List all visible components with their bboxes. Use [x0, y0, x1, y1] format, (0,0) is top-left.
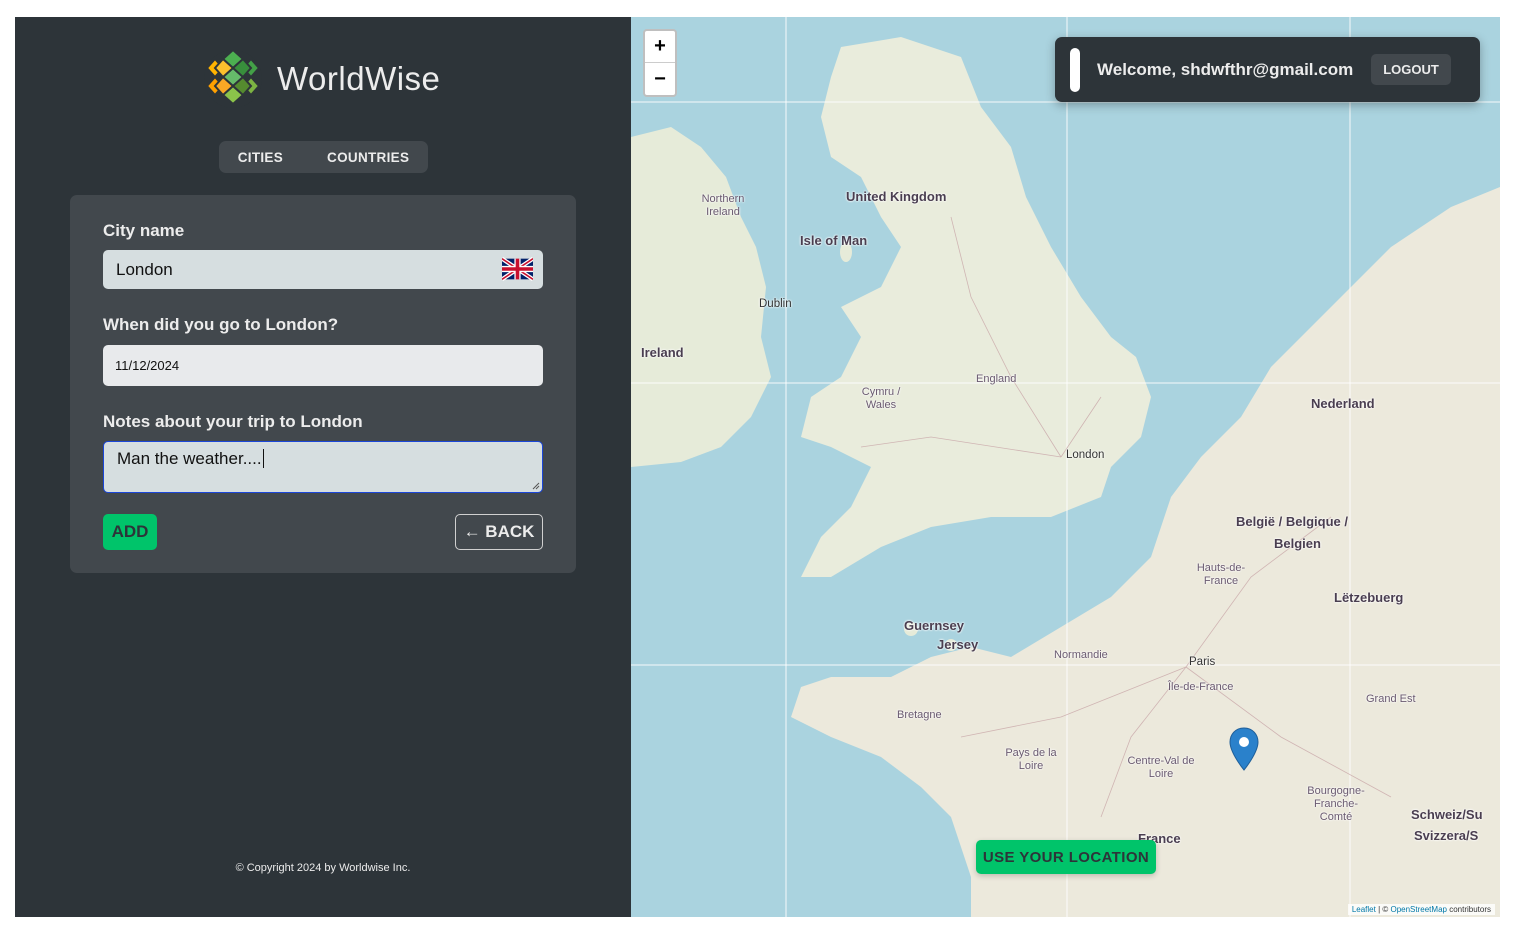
label-hauts-de-france: Hauts-de-France — [1196, 562, 1246, 587]
label-guernsey: Guernsey — [904, 618, 964, 633]
label-ile-de-france: Île-de-France — [1168, 681, 1234, 693]
date-label: When did you go to London? — [103, 315, 339, 334]
label-belgie: België / Belgique / — [1236, 514, 1348, 529]
avatar — [1070, 47, 1080, 92]
label-dublin: Dublin — [759, 298, 792, 310]
city-name-input[interactable]: London — [103, 250, 543, 289]
label-bretagne: Bretagne — [897, 709, 942, 721]
worldwise-logo-icon — [204, 49, 262, 108]
date-value: 11/12/2024 — [115, 358, 180, 373]
label-bourgogne: Bourgogne-Franche-Comté — [1307, 785, 1365, 823]
zoom-in-button[interactable]: + — [645, 31, 675, 63]
label-grand-est: Grand Est — [1366, 693, 1416, 705]
city-form: City name London When did you go to Lond… — [70, 195, 576, 573]
attribution-tail: contributors — [1446, 905, 1491, 914]
app-nav: CITIES COUNTRIES — [219, 141, 428, 173]
label-jersey: Jersey — [937, 637, 979, 652]
map-attribution: Leaflet | © OpenStreetMap contributors — [1347, 904, 1495, 915]
leaflet-link[interactable]: Leaflet — [1352, 905, 1376, 914]
label-normandie: Normandie — [1054, 649, 1108, 661]
welcome-text: Welcome, shdwfthr@gmail.com — [1097, 59, 1354, 79]
sidebar: WorldWise CITIES COUNTRIES City name Lon… — [15, 17, 631, 917]
resize-handle-icon[interactable] — [532, 482, 540, 490]
city-name-label: City name — [103, 221, 185, 240]
label-pays-de-la-loire: Pays de la Loire — [1005, 747, 1057, 772]
attribution-separator: | © — [1375, 905, 1391, 914]
zoom-control: + − — [643, 29, 677, 97]
notes-value: Man the weather.... — [117, 449, 262, 468]
notes-textarea[interactable]: Man the weather.... — [103, 441, 543, 493]
label-northern-ireland: Northern Ireland — [701, 193, 745, 218]
label-schweiz: Schweiz/Su — [1411, 807, 1483, 822]
label-cymru: Cymru / Wales — [861, 386, 901, 411]
copyright: © Copyright 2024 by Worldwise Inc. — [235, 862, 411, 874]
tab-cities[interactable]: CITIES — [238, 150, 283, 165]
label-isle-of-man: Isle of Man — [800, 233, 868, 248]
uk-flag-icon — [502, 257, 533, 281]
label-nederland: Nederland — [1311, 396, 1375, 411]
add-button[interactable]: ADD — [103, 514, 157, 550]
label-united-kingdom: United Kingdom — [846, 189, 947, 204]
app: WorldWise CITIES COUNTRIES City name Lon… — [15, 17, 1500, 917]
text-cursor — [262, 449, 264, 468]
osm-link[interactable]: OpenStreetMap — [1390, 905, 1446, 914]
city-name-value: London — [116, 259, 173, 279]
label-paris: Paris — [1189, 656, 1216, 668]
label-centre-val-de-loire: Centre-Val de Loire — [1127, 755, 1195, 780]
logout-button[interactable]: LOGOUT — [1371, 54, 1451, 85]
use-location-button[interactable]: USE YOUR LOCATION — [976, 840, 1156, 874]
user-panel: Welcome, shdwfthr@gmail.com LOGOUT — [1055, 37, 1480, 102]
brand-name: WorldWise — [277, 60, 441, 97]
label-england: England — [976, 373, 1017, 385]
label-london: London — [1066, 449, 1105, 461]
label-belgien: Belgien — [1274, 536, 1321, 551]
zoom-out-button[interactable]: − — [645, 63, 675, 95]
label-svizzera: Svizzera/S — [1414, 828, 1479, 843]
label-letzebuerg: Lëtzebuerg — [1334, 590, 1404, 605]
notes-label: Notes about your trip to London — [103, 412, 363, 431]
map[interactable]: United Kingdom Isle of Man Northern Irel… — [631, 17, 1500, 917]
tab-countries[interactable]: COUNTRIES — [327, 150, 409, 165]
map-marker-icon[interactable] — [1229, 727, 1259, 771]
back-button[interactable]: ← BACK — [455, 514, 543, 550]
label-ireland: Ireland — [641, 345, 684, 360]
date-input[interactable]: 11/12/2024 — [103, 345, 543, 386]
map-tiles — [631, 17, 1500, 917]
logo[interactable]: WorldWise — [203, 49, 440, 109]
